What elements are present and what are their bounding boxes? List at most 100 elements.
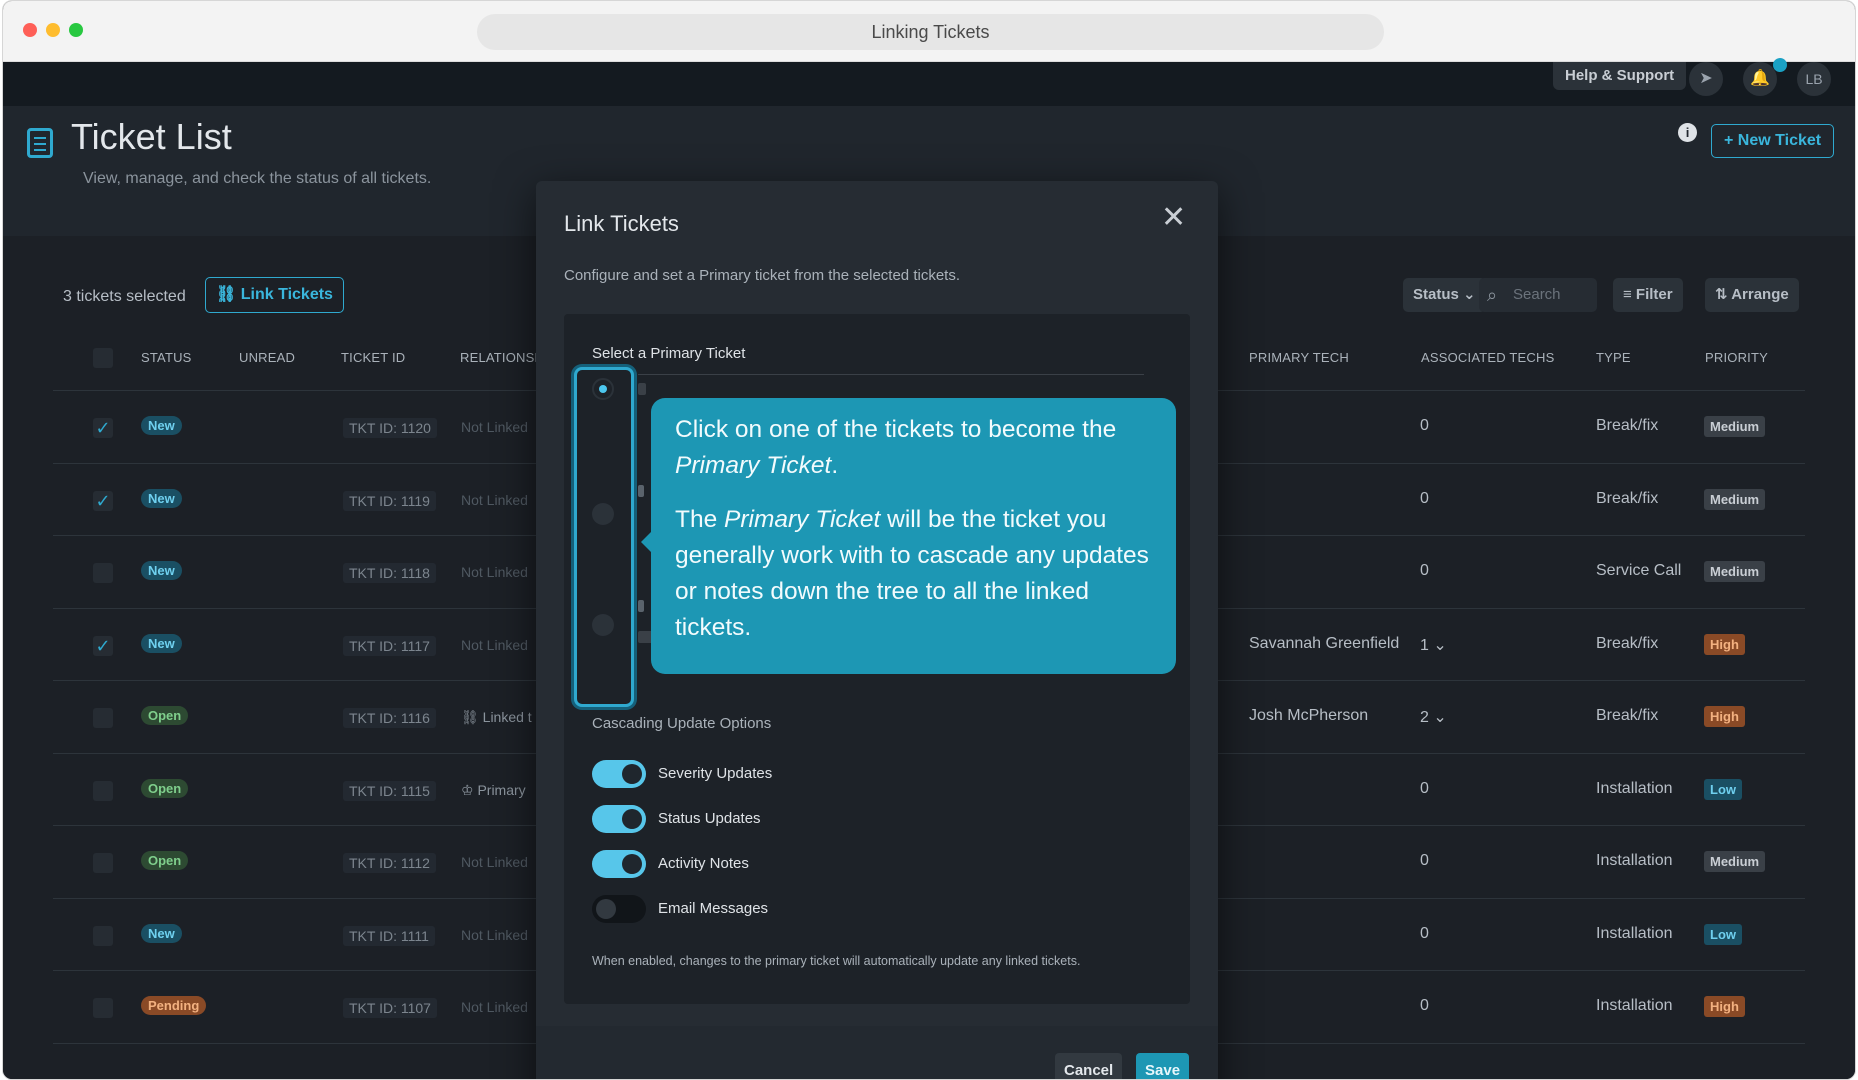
cancel-button[interactable]: Cancel [1055, 1053, 1123, 1079]
page-subtitle: View, manage, and check the status of al… [83, 170, 432, 187]
ticket-type: Service Call [1596, 562, 1682, 579]
associated-techs[interactable]: 0 [1420, 562, 1429, 580]
row-checkbox[interactable] [93, 563, 113, 583]
arrange-icon: ⇅ [1715, 286, 1732, 303]
modal-title: Link Tickets [564, 211, 679, 236]
ticket-id[interactable]: TKT ID: 1120 [343, 418, 437, 438]
row-checkbox[interactable]: ✓ [93, 635, 113, 656]
col-ticket-id[interactable]: TICKET ID [341, 350, 405, 365]
col-status[interactable]: STATUS [141, 350, 192, 365]
ticket-id[interactable]: TKT ID: 1112 [343, 853, 436, 873]
row-checkbox[interactable]: ✓ [93, 490, 113, 511]
status-dropdown-label: Status [1413, 286, 1459, 303]
associated-techs[interactable]: 0 [1420, 417, 1429, 435]
col-type[interactable]: TYPE [1596, 350, 1631, 365]
associated-techs[interactable]: 0 [1420, 925, 1429, 943]
col-priority[interactable]: PRIORITY [1705, 350, 1768, 365]
row-checkbox[interactable] [93, 780, 113, 801]
ticket-type: Break/fix [1596, 417, 1659, 434]
status-dropdown[interactable]: Status ⌄ [1403, 278, 1486, 312]
ticket-id[interactable]: TKT ID: 1107 [343, 998, 437, 1018]
link-icon: ⛓ [216, 286, 241, 303]
notification-badge [1773, 58, 1787, 72]
status-badge: Pending [141, 996, 207, 1015]
ticket-id[interactable]: TKT ID: 1118 [343, 563, 436, 583]
priority-badge: High [1704, 633, 1745, 655]
relationship: Not Linked [461, 854, 528, 870]
row-checkbox[interactable] [93, 998, 113, 1018]
row-checkbox[interactable] [93, 708, 113, 728]
search-input[interactable]: ⌕ Search [1479, 278, 1597, 312]
relationship: Not Linked [461, 491, 528, 508]
col-relationship[interactable]: RELATIONSH [460, 350, 544, 365]
chevron-down-icon: ⌄ [1463, 286, 1476, 303]
relationship: ♔ Primary [461, 781, 526, 798]
ticket-id[interactable]: TKT ID: 1117 [343, 635, 436, 656]
arrange-button[interactable]: ⇅ Arrange [1705, 278, 1799, 312]
link-tickets-button[interactable]: ⛓ Link Tickets [205, 277, 344, 313]
col-primary-tech[interactable]: PRIMARY TECH [1249, 350, 1349, 365]
priority-badge: Low [1704, 923, 1742, 945]
status-badge: New [141, 488, 182, 508]
primary-radio-3[interactable] [592, 614, 614, 636]
top-nav: Help & Support ➤ 🔔 LB [3, 58, 1855, 106]
row-checkbox[interactable] [93, 853, 113, 873]
status-badge: New [141, 923, 182, 943]
save-button[interactable]: Save [1136, 1053, 1190, 1079]
severity-updates-toggle[interactable] [592, 760, 646, 788]
associated-techs[interactable]: 0 [1420, 490, 1429, 508]
modal-description: Configure and set a Primary ticket from … [564, 267, 960, 284]
close-window-button[interactable] [23, 23, 37, 37]
ticket-id[interactable]: TKT ID: 1115 [343, 780, 436, 801]
activity-notes-label: Activity Notes [658, 855, 749, 872]
status-updates-toggle[interactable] [592, 805, 646, 833]
select-all-checkbox[interactable] [93, 348, 113, 368]
relationship: Not Linked [461, 926, 528, 943]
avatar[interactable]: LB [1797, 62, 1831, 96]
col-unread[interactable]: UNREAD [239, 350, 295, 365]
associated-techs[interactable]: 0 [1420, 780, 1429, 798]
ticket-type: Break/fix [1596, 634, 1659, 652]
selected-count: 3 tickets selected [63, 288, 186, 305]
primary-radio-1[interactable] [592, 378, 614, 400]
associated-techs[interactable]: 0 [1420, 852, 1429, 870]
help-support-button[interactable]: Help & Support [1553, 62, 1687, 90]
info-icon[interactable]: i [1678, 123, 1697, 142]
priority-badge: Medium [1704, 851, 1766, 872]
relationship: ⛓ Linked t [461, 709, 532, 725]
row-checkbox[interactable]: ✓ [93, 418, 113, 438]
col-associated-techs[interactable]: ASSOCIATED TECHS [1421, 350, 1554, 365]
minimize-window-button[interactable] [46, 23, 60, 37]
priority-badge: High [1704, 706, 1745, 727]
cascade-note: When enabled, changes to the primary tic… [592, 954, 1081, 968]
new-ticket-button[interactable]: + New Ticket [1711, 124, 1835, 158]
select-primary-label: Select a Primary Ticket [592, 345, 746, 362]
relationship: Not Linked [461, 636, 528, 653]
status-badge: Open [141, 706, 189, 725]
primary-ticket-tooltip: Click on one of the tickets to become th… [641, 398, 1176, 674]
row-checkbox[interactable] [93, 925, 113, 946]
associated-techs[interactable]: 2 ⌄ [1420, 707, 1447, 727]
tooltip-paragraph-1: Click on one of the tickets to become th… [675, 416, 1117, 479]
relationship: Not Linked [461, 564, 528, 580]
associated-techs[interactable]: 1 ⌄ [1420, 635, 1447, 655]
ticket-id[interactable]: TKT ID: 1111 [343, 925, 435, 946]
ticket-type: Installation [1596, 779, 1673, 797]
cascade-options-label: Cascading Update Options [592, 715, 772, 732]
ticket-id[interactable]: TKT ID: 1116 [343, 708, 436, 728]
send-icon[interactable]: ➤ [1689, 62, 1723, 96]
filter-button[interactable]: ≡ Filter [1613, 278, 1683, 312]
associated-techs[interactable]: 0 [1420, 997, 1429, 1015]
activity-notes-toggle[interactable] [592, 850, 646, 878]
primary-radio-2[interactable] [592, 503, 614, 525]
close-icon[interactable]: ✕ [1161, 203, 1186, 233]
ticket-list-icon [27, 128, 53, 158]
window-title[interactable]: Linking Tickets [477, 14, 1384, 50]
ticket-type: Installation [1596, 924, 1673, 942]
email-messages-toggle[interactable] [592, 895, 646, 923]
modal-footer: Cancel Save [536, 1026, 1218, 1079]
maximize-window-button[interactable] [69, 23, 83, 37]
primary-tech: Savannah Greenfield [1249, 634, 1400, 652]
ticket-id[interactable]: TKT ID: 1119 [343, 490, 436, 511]
bell-icon[interactable]: 🔔 [1743, 62, 1777, 96]
